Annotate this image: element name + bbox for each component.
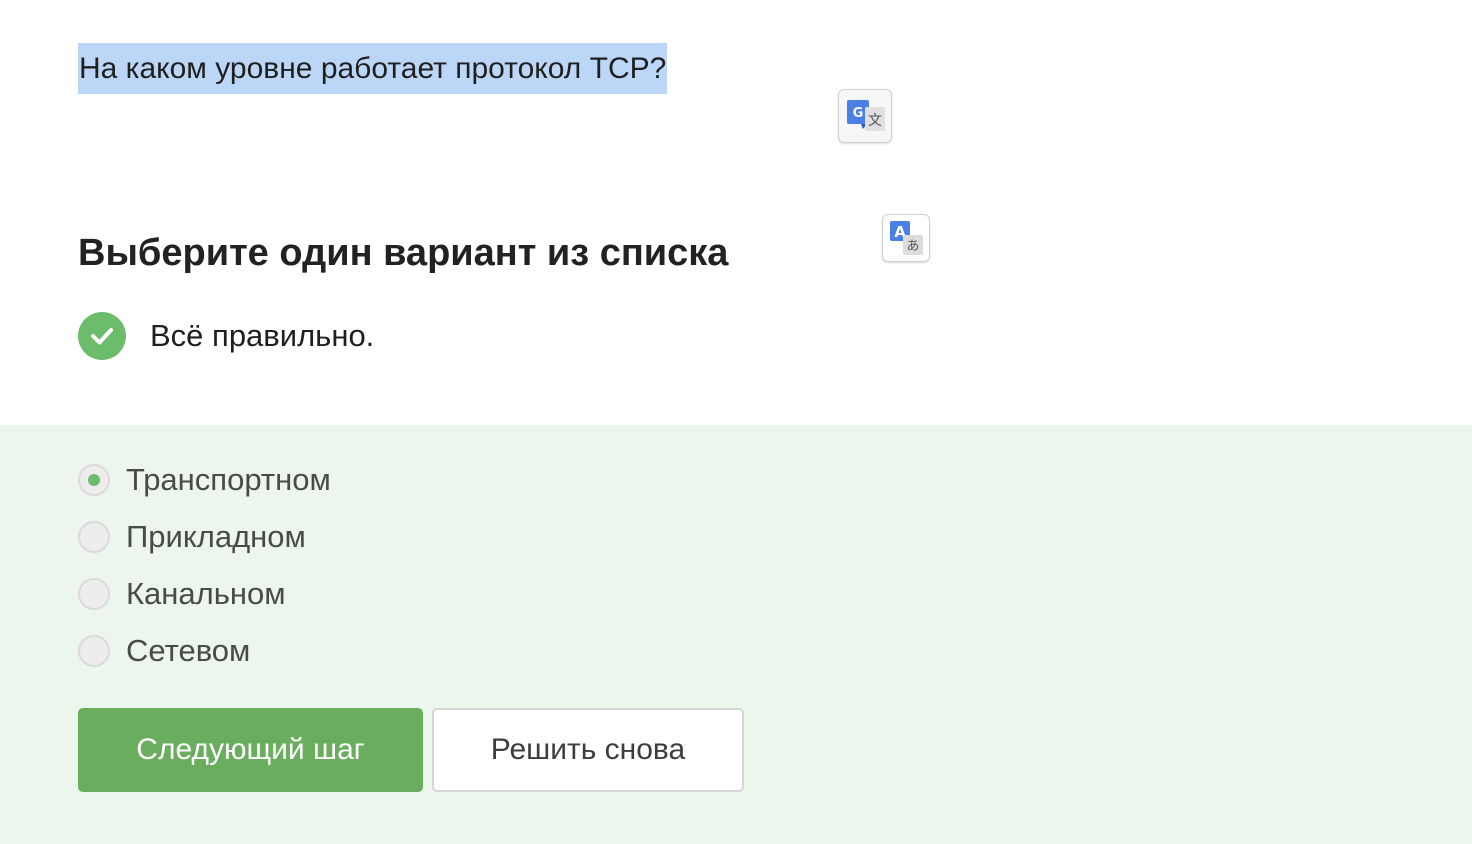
google-translate-icon: G 文 [847, 100, 885, 131]
question-text: На каком уровне работает протокол TCP? [78, 43, 668, 94]
option-application[interactable]: Прикладном [78, 519, 306, 554]
option-data-link[interactable]: Канальном [78, 576, 286, 611]
svg-text:文: 文 [868, 113, 882, 129]
next-step-button[interactable]: Следующий шаг [78, 708, 423, 792]
translate-button[interactable]: A あ [882, 214, 930, 262]
option-label: Транспортном [126, 462, 331, 497]
option-network[interactable]: Сетевом [78, 633, 251, 668]
quiz-page: На каком уровне работает протокол TCP? G… [0, 0, 1472, 844]
result-message: Всё правильно. [78, 312, 374, 360]
svg-text:あ: あ [906, 239, 919, 254]
translate-icon: A あ [890, 221, 923, 255]
radio-button-selected[interactable] [78, 464, 110, 496]
result-text: Всё правильно. [150, 318, 375, 353]
solve-again-button[interactable]: Решить снова [432, 708, 744, 792]
option-label: Прикладном [126, 519, 306, 554]
svg-text:G: G [853, 106, 864, 121]
check-circle-icon [78, 312, 126, 360]
option-transport[interactable]: Транспортном [78, 462, 331, 497]
google-translate-button[interactable]: G 文 [838, 89, 892, 143]
instruction-heading: Выберите один вариант из списка [78, 232, 729, 274]
radio-button[interactable] [78, 635, 110, 667]
radio-button[interactable] [78, 578, 110, 610]
radio-button[interactable] [78, 521, 110, 553]
option-label: Сетевом [126, 633, 251, 668]
option-label: Канальном [126, 576, 286, 611]
